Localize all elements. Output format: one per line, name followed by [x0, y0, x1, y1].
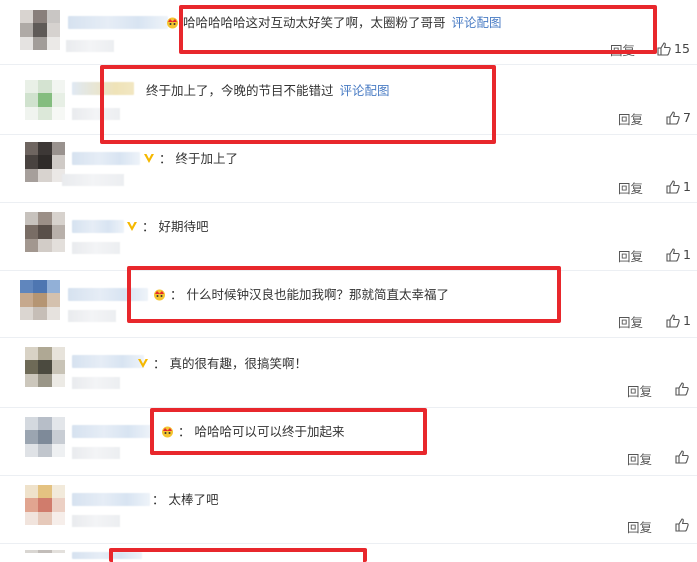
like-button[interactable]: 15: [657, 41, 690, 56]
reply-button[interactable]: 回复: [627, 517, 652, 536]
reply-button[interactable]: 回复: [618, 246, 643, 265]
highlight-box: [150, 408, 427, 455]
avatar[interactable]: [25, 550, 65, 559]
username[interactable]: [72, 152, 140, 165]
comment-row: ： 真的很有趣，很搞笑啊！ 回复: [0, 337, 697, 408]
user-meta: [72, 447, 120, 459]
thumbs-up-icon: [666, 247, 680, 262]
like-count: 7: [683, 110, 691, 125]
user-meta: [72, 242, 120, 254]
avatar[interactable]: [20, 10, 60, 50]
v-badge-icon: [144, 154, 154, 163]
avatar[interactable]: [25, 80, 65, 120]
like-button[interactable]: [675, 518, 689, 532]
like-button[interactable]: 1: [666, 313, 691, 328]
reply-button[interactable]: 回复: [618, 178, 643, 197]
comment-row: ： 太棒了吧 回复: [0, 475, 697, 544]
avatar[interactable]: [20, 280, 60, 320]
username[interactable]: [68, 16, 168, 29]
comment-text: ： 太棒了吧: [152, 492, 219, 507]
comment-row: ： 好期待吧 回复 1: [0, 202, 697, 271]
user-meta: [72, 515, 120, 527]
v-badge-icon: [138, 359, 148, 368]
user-meta: [62, 174, 124, 186]
like-button[interactable]: 7: [666, 110, 691, 125]
username[interactable]: [72, 355, 144, 368]
like-button[interactable]: 1: [666, 247, 691, 262]
highlight-box: [127, 266, 561, 323]
highlight-box: [109, 548, 367, 562]
v-badge-icon: [127, 222, 137, 231]
reply-button[interactable]: 回复: [618, 312, 643, 331]
thumbs-up-icon: [666, 179, 680, 194]
reply-button[interactable]: 回复: [627, 381, 652, 400]
reply-button[interactable]: 回复: [627, 449, 652, 468]
user-meta: [66, 40, 114, 52]
comment-text: ： 真的很有趣，很搞笑啊！: [137, 356, 307, 372]
like-button[interactable]: [675, 382, 689, 396]
thumbs-up-icon: [666, 313, 680, 328]
user-meta: [68, 310, 116, 322]
like-button[interactable]: 1: [666, 179, 691, 194]
avatar[interactable]: [25, 485, 65, 525]
comment-text: ： 好期待吧: [126, 219, 208, 235]
thumbs-up-icon: [675, 450, 689, 464]
crown-icon: [167, 17, 178, 29]
avatar[interactable]: [25, 142, 65, 182]
highlight-box: [100, 65, 496, 144]
avatar[interactable]: [25, 417, 65, 457]
reply-button[interactable]: 回复: [618, 109, 643, 128]
user-meta: [72, 377, 120, 389]
username[interactable]: [72, 493, 150, 506]
username[interactable]: [72, 425, 152, 438]
thumbs-up-icon: [675, 518, 689, 532]
like-count: 1: [683, 179, 691, 194]
comment-row: ： 终于加上了 回复 1: [0, 134, 697, 203]
avatar[interactable]: [25, 212, 65, 252]
thumbs-up-icon: [666, 110, 680, 125]
avatar[interactable]: [25, 347, 65, 387]
highlight-box: [179, 5, 657, 54]
like-count: 1: [683, 313, 691, 328]
like-button[interactable]: [675, 450, 689, 464]
like-count: 1: [683, 247, 691, 262]
comment-text: ： 终于加上了: [143, 151, 238, 167]
like-count: 15: [674, 41, 690, 56]
thumbs-up-icon: [657, 41, 671, 56]
username[interactable]: [72, 220, 124, 233]
thumbs-up-icon: [675, 382, 689, 396]
